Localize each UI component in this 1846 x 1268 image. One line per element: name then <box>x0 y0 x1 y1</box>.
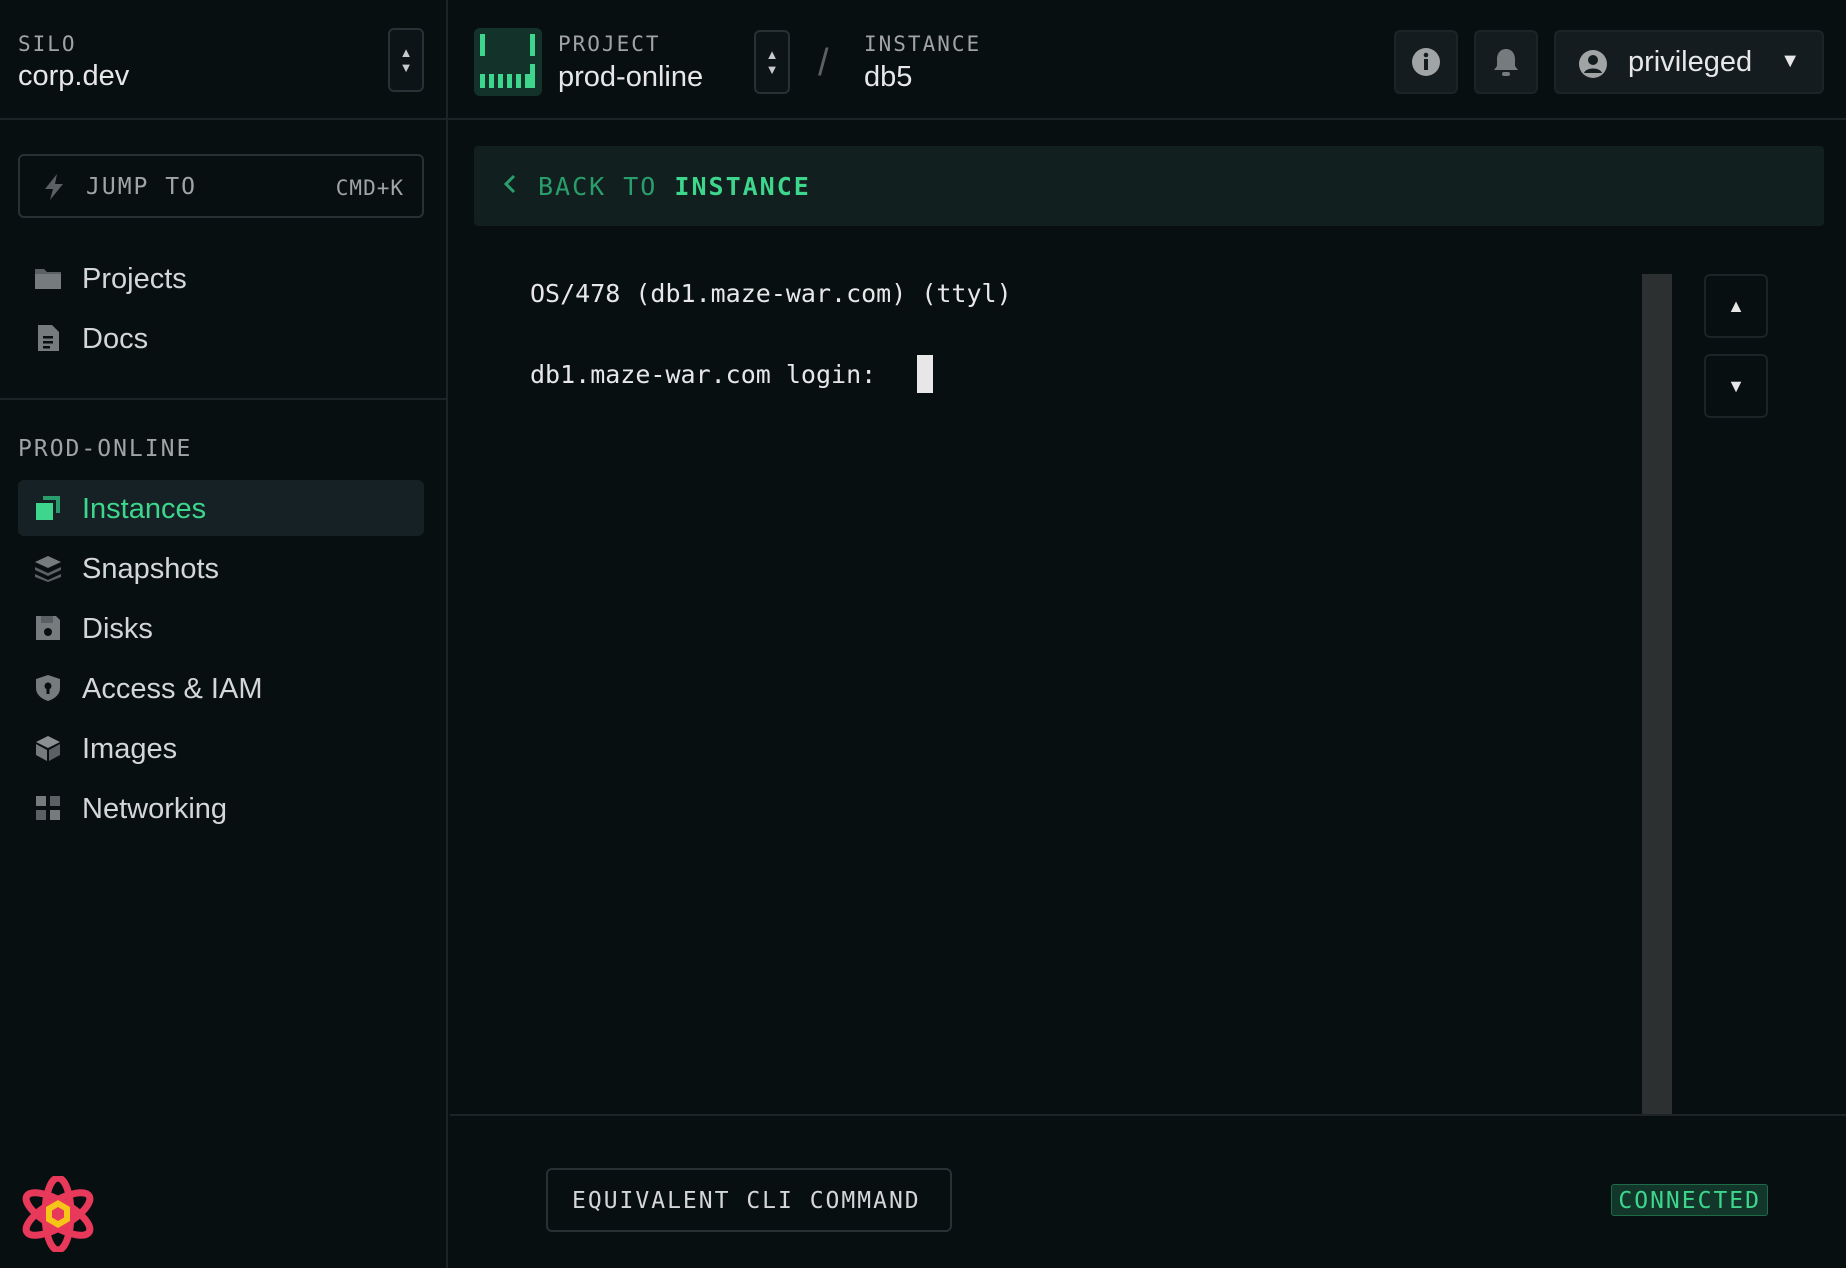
sidebar-item-snapshots[interactable]: Snapshots <box>18 540 424 596</box>
terminal-cursor <box>917 355 933 393</box>
chevron-down-icon: ▼ <box>399 60 413 75</box>
arrow-down-icon: ▼ <box>1727 375 1745 396</box>
bell-icon <box>1494 49 1518 76</box>
instance-label: INSTANCE <box>864 32 982 56</box>
user-menu-button[interactable]: privileged ▼ <box>1554 30 1824 94</box>
images-icon <box>36 736 60 761</box>
snapshots-icon <box>35 556 61 582</box>
sidebar-item-label: Disks <box>82 613 153 645</box>
sidebar-item-projects[interactable]: Projects <box>18 250 424 306</box>
sidebar-item-label: Images <box>82 733 178 765</box>
sidebar-item-label: Networking <box>82 793 228 825</box>
chevron-down-icon: ▼ <box>765 62 779 77</box>
lightning-icon <box>45 174 63 200</box>
instance-name: db5 <box>864 61 913 93</box>
info-button[interactable] <box>1394 30 1458 94</box>
sidebar-item-docs[interactable]: Docs <box>18 310 424 366</box>
scroll-up-button[interactable]: ▲ <box>1704 274 1768 338</box>
project-section-label: PROD-ONLINE <box>18 436 193 462</box>
sidebar-item-label: Access & IAM <box>82 673 263 705</box>
caret-down-icon: ▼ <box>1780 50 1800 72</box>
app-logo-icon <box>22 1176 94 1252</box>
notifications-button[interactable] <box>1474 30 1538 94</box>
project-icon <box>474 28 542 96</box>
sidebar-item-networking[interactable]: Networking <box>18 780 424 836</box>
jump-to-shortcut: CMD+K <box>335 176 404 200</box>
shield-icon <box>36 675 60 701</box>
sidebar-item-label: Projects <box>82 263 187 295</box>
arrow-up-icon: ▲ <box>1727 295 1745 316</box>
back-link-prefix: BACK TO <box>538 172 658 201</box>
breadcrumb-separator: / <box>818 42 829 84</box>
top-bar: PROJECT prod-online ▲ ▼ / INSTANCE db5 p… <box>448 0 1846 120</box>
sidebar-item-label: Snapshots <box>82 553 220 585</box>
sidebar-item-images[interactable]: Images <box>18 720 424 776</box>
sidebar-item-disks[interactable]: Disks <box>18 600 424 656</box>
chevron-up-icon: ▲ <box>399 45 413 60</box>
project-name: prod-online <box>558 61 704 93</box>
back-to-instance-link[interactable]: BACK TO INSTANCE <box>474 146 1824 226</box>
instances-icon <box>36 496 60 520</box>
sidebar-divider <box>0 398 446 400</box>
sidebar-item-label: Instances <box>82 493 207 525</box>
networking-icon <box>36 796 60 820</box>
jump-to-label: JUMP TO <box>86 174 197 200</box>
back-link-text: BACK TO INSTANCE <box>538 172 811 201</box>
chevron-left-icon <box>503 174 516 194</box>
silo-label: SILO <box>18 32 77 56</box>
silo-picker[interactable]: SILO corp.dev ▲ ▼ <box>0 0 446 120</box>
connection-status-badge: CONNECTED <box>1611 1184 1768 1216</box>
document-icon <box>38 325 59 351</box>
terminal-line: OS/478 (db1.maze-war.com) (ttyl) <box>530 279 1012 308</box>
project-switcher-button[interactable]: ▲ ▼ <box>754 30 790 94</box>
sidebar-item-instances[interactable]: Instances <box>18 480 424 536</box>
silo-value: corp.dev <box>18 60 130 92</box>
user-avatar-icon <box>1579 50 1607 78</box>
equivalent-cli-command-button[interactable]: EQUIVALENT CLI COMMAND <box>546 1168 952 1232</box>
jump-to-button[interactable]: JUMP TO CMD+K <box>18 154 424 218</box>
sidebar-item-access-iam[interactable]: Access & IAM <box>18 660 424 716</box>
sidebar-item-label: Docs <box>82 323 149 355</box>
info-icon <box>1412 48 1440 76</box>
app-root: SILO corp.dev ▲ ▼ JUMP TO CMD+K Projects <box>0 0 1846 1268</box>
project-label: PROJECT <box>558 32 661 56</box>
terminal-line: db1.maze-war.com login: <box>530 360 892 389</box>
disk-icon <box>36 616 60 640</box>
silo-switcher-button[interactable]: ▲ ▼ <box>388 28 424 92</box>
user-name: privileged <box>1628 46 1753 78</box>
console-footer: EQUIVALENT CLI COMMAND CONNECTED <box>450 1114 1846 1268</box>
sidebar: SILO corp.dev ▲ ▼ JUMP TO CMD+K Projects <box>0 0 448 1268</box>
folder-icon <box>35 269 61 289</box>
scroll-down-button[interactable]: ▼ <box>1704 354 1768 418</box>
chevron-up-icon: ▲ <box>765 47 779 62</box>
cli-button-label: EQUIVALENT CLI COMMAND <box>572 1188 921 1214</box>
back-link-target: INSTANCE <box>674 172 811 201</box>
terminal-scrollbar[interactable] <box>1642 274 1672 1114</box>
